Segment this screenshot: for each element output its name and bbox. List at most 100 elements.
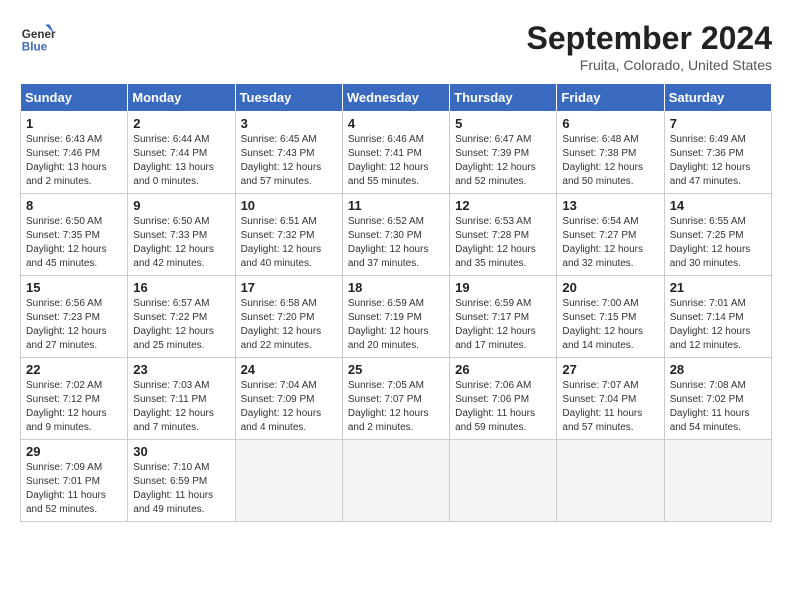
calendar-cell: 4Sunrise: 6:46 AMSunset: 7:41 PMDaylight… bbox=[342, 112, 449, 194]
calendar-cell: 17Sunrise: 6:58 AMSunset: 7:20 PMDayligh… bbox=[235, 276, 342, 358]
day-number: 3 bbox=[241, 116, 337, 131]
day-number: 24 bbox=[241, 362, 337, 377]
day-number: 15 bbox=[26, 280, 122, 295]
location-subtitle: Fruita, Colorado, United States bbox=[527, 57, 772, 73]
calendar-cell: 15 Sunrise: 6:56 AMSunset: 7:23 PMDayligh… bbox=[21, 276, 128, 358]
day-number: 23 bbox=[133, 362, 229, 377]
day-info: Sunrise: 7:02 AMSunset: 7:12 PMDaylight:… bbox=[26, 379, 122, 435]
day-number: 4 bbox=[348, 116, 444, 131]
day-info: Sunrise: 7:03 AMSunset: 7:11 PMDaylight:… bbox=[133, 379, 229, 435]
day-number: 28 bbox=[670, 362, 766, 377]
calendar-cell: 6Sunrise: 6:48 AMSunset: 7:38 PMDaylight… bbox=[557, 112, 664, 194]
calendar-cell: 10 Sunrise: 6:51 AMSunset: 7:32 PMDayligh… bbox=[235, 194, 342, 276]
day-number: 10 bbox=[241, 198, 337, 213]
day-info: Sunrise: 7:06 AMSunset: 7:06 PMDaylight:… bbox=[455, 379, 551, 435]
calendar-header-row: SundayMondayTuesdayWednesdayThursdayFrid… bbox=[21, 84, 772, 112]
calendar-cell: 2Sunrise: 6:44 AMSunset: 7:44 PMDaylight… bbox=[128, 112, 235, 194]
calendar-cell: 13 Sunrise: 6:54 AMSunset: 7:27 PMDayligh… bbox=[557, 194, 664, 276]
day-info: Sunrise: 6:45 AMSunset: 7:43 PMDaylight:… bbox=[241, 133, 337, 189]
day-info: Sunrise: 6:50 AMSunset: 7:33 PMDaylight:… bbox=[133, 215, 229, 271]
calendar-cell bbox=[557, 440, 664, 522]
day-number: 14 bbox=[670, 198, 766, 213]
calendar-cell: 16 Sunrise: 6:57 AMSunset: 7:22 PMDayligh… bbox=[128, 276, 235, 358]
day-info: Sunrise: 6:49 AMSunset: 7:36 PMDaylight:… bbox=[670, 133, 766, 189]
calendar-cell: 9 Sunrise: 6:50 AMSunset: 7:33 PMDaylight… bbox=[128, 194, 235, 276]
day-number: 19 bbox=[455, 280, 551, 295]
day-info: Sunrise: 6:56 AMSunset: 7:23 PMDaylight:… bbox=[26, 297, 122, 353]
calendar-week-2: 8Sunrise: 6:50 AMSunset: 7:35 PMDaylight… bbox=[21, 194, 772, 276]
day-header-monday: Monday bbox=[128, 84, 235, 112]
day-number: 26 bbox=[455, 362, 551, 377]
day-info: Sunrise: 6:54 AMSunset: 7:27 PMDaylight:… bbox=[562, 215, 658, 271]
svg-text:Blue: Blue bbox=[22, 41, 48, 54]
calendar-cell: 29 Sunrise: 7:09 AMSunset: 7:01 PMDayligh… bbox=[21, 440, 128, 522]
day-number: 25 bbox=[348, 362, 444, 377]
calendar-cell: 21 Sunrise: 7:01 AMSunset: 7:14 PMDayligh… bbox=[664, 276, 771, 358]
day-header-wednesday: Wednesday bbox=[342, 84, 449, 112]
day-number: 22 bbox=[26, 362, 122, 377]
day-info: Sunrise: 7:04 AMSunset: 7:09 PMDaylight:… bbox=[241, 379, 337, 435]
day-info: Sunrise: 6:43 AMSunset: 7:46 PMDaylight:… bbox=[26, 133, 122, 189]
calendar-cell: 11 Sunrise: 6:52 AMSunset: 7:30 PMDayligh… bbox=[342, 194, 449, 276]
day-info: Sunrise: 6:47 AMSunset: 7:39 PMDaylight:… bbox=[455, 133, 551, 189]
calendar-cell: 30Sunrise: 7:10 AMSunset: 6:59 PMDayligh… bbox=[128, 440, 235, 522]
calendar-week-1: 1Sunrise: 6:43 AMSunset: 7:46 PMDaylight… bbox=[21, 112, 772, 194]
day-header-saturday: Saturday bbox=[664, 84, 771, 112]
calendar-cell: 18Sunrise: 6:59 AMSunset: 7:19 PMDayligh… bbox=[342, 276, 449, 358]
calendar-cell: 28 Sunrise: 7:08 AMSunset: 7:02 PMDayligh… bbox=[664, 358, 771, 440]
month-title: September 2024 bbox=[527, 20, 772, 57]
day-number: 21 bbox=[670, 280, 766, 295]
calendar-cell: 19 Sunrise: 6:59 AMSunset: 7:17 PMDayligh… bbox=[450, 276, 557, 358]
day-number: 29 bbox=[26, 444, 122, 459]
day-info: Sunrise: 7:10 AMSunset: 6:59 PMDaylight:… bbox=[133, 461, 229, 517]
day-number: 12 bbox=[455, 198, 551, 213]
day-info: Sunrise: 7:05 AMSunset: 7:07 PMDaylight:… bbox=[348, 379, 444, 435]
day-info: Sunrise: 6:55 AMSunset: 7:25 PMDaylight:… bbox=[670, 215, 766, 271]
calendar-cell: 7 Sunrise: 6:49 AMSunset: 7:36 PMDaylight… bbox=[664, 112, 771, 194]
calendar-week-5: 29 Sunrise: 7:09 AMSunset: 7:01 PMDayligh… bbox=[21, 440, 772, 522]
calendar-cell bbox=[664, 440, 771, 522]
day-info: Sunrise: 7:07 AMSunset: 7:04 PMDaylight:… bbox=[562, 379, 658, 435]
calendar-cell: 12Sunrise: 6:53 AMSunset: 7:28 PMDayligh… bbox=[450, 194, 557, 276]
calendar-cell: 20 Sunrise: 7:00 AMSunset: 7:15 PMDayligh… bbox=[557, 276, 664, 358]
day-number: 20 bbox=[562, 280, 658, 295]
day-number: 8 bbox=[26, 198, 122, 213]
calendar-cell: 27Sunrise: 7:07 AMSunset: 7:04 PMDayligh… bbox=[557, 358, 664, 440]
day-info: Sunrise: 6:57 AMSunset: 7:22 PMDaylight:… bbox=[133, 297, 229, 353]
day-header-thursday: Thursday bbox=[450, 84, 557, 112]
calendar-cell: 23 Sunrise: 7:03 AMSunset: 7:11 PMDayligh… bbox=[128, 358, 235, 440]
day-info: Sunrise: 7:08 AMSunset: 7:02 PMDaylight:… bbox=[670, 379, 766, 435]
day-number: 2 bbox=[133, 116, 229, 131]
day-number: 9 bbox=[133, 198, 229, 213]
day-number: 7 bbox=[670, 116, 766, 131]
logo-icon: General Blue bbox=[20, 20, 56, 56]
day-info: Sunrise: 6:48 AMSunset: 7:38 PMDaylight:… bbox=[562, 133, 658, 189]
calendar-cell bbox=[450, 440, 557, 522]
calendar-cell: 22 Sunrise: 7:02 AMSunset: 7:12 PMDayligh… bbox=[21, 358, 128, 440]
logo: General Blue bbox=[20, 20, 56, 56]
calendar-cell: 5 Sunrise: 6:47 AMSunset: 7:39 PMDaylight… bbox=[450, 112, 557, 194]
day-info: Sunrise: 6:52 AMSunset: 7:30 PMDaylight:… bbox=[348, 215, 444, 271]
calendar-cell: 25 Sunrise: 7:05 AMSunset: 7:07 PMDayligh… bbox=[342, 358, 449, 440]
day-info: Sunrise: 6:51 AMSunset: 7:32 PMDaylight:… bbox=[241, 215, 337, 271]
day-header-tuesday: Tuesday bbox=[235, 84, 342, 112]
day-number: 5 bbox=[455, 116, 551, 131]
day-info: Sunrise: 6:59 AMSunset: 7:17 PMDaylight:… bbox=[455, 297, 551, 353]
day-number: 11 bbox=[348, 198, 444, 213]
calendar-cell: 8Sunrise: 6:50 AMSunset: 7:35 PMDaylight… bbox=[21, 194, 128, 276]
calendar-cell bbox=[342, 440, 449, 522]
calendar-cell: 3 Sunrise: 6:45 AMSunset: 7:43 PMDaylight… bbox=[235, 112, 342, 194]
day-number: 18 bbox=[348, 280, 444, 295]
day-header-friday: Friday bbox=[557, 84, 664, 112]
calendar-cell bbox=[235, 440, 342, 522]
calendar-cell: 26 Sunrise: 7:06 AMSunset: 7:06 PMDayligh… bbox=[450, 358, 557, 440]
day-number: 16 bbox=[133, 280, 229, 295]
day-number: 13 bbox=[562, 198, 658, 213]
day-info: Sunrise: 7:09 AMSunset: 7:01 PMDaylight:… bbox=[26, 461, 122, 517]
day-info: Sunrise: 7:01 AMSunset: 7:14 PMDaylight:… bbox=[670, 297, 766, 353]
calendar-cell: 14 Sunrise: 6:55 AMSunset: 7:25 PMDayligh… bbox=[664, 194, 771, 276]
calendar-week-4: 22 Sunrise: 7:02 AMSunset: 7:12 PMDayligh… bbox=[21, 358, 772, 440]
calendar-cell: 24 Sunrise: 7:04 AMSunset: 7:09 PMDayligh… bbox=[235, 358, 342, 440]
day-info: Sunrise: 7:00 AMSunset: 7:15 PMDaylight:… bbox=[562, 297, 658, 353]
title-section: September 2024 Fruita, Colorado, United … bbox=[527, 20, 772, 73]
